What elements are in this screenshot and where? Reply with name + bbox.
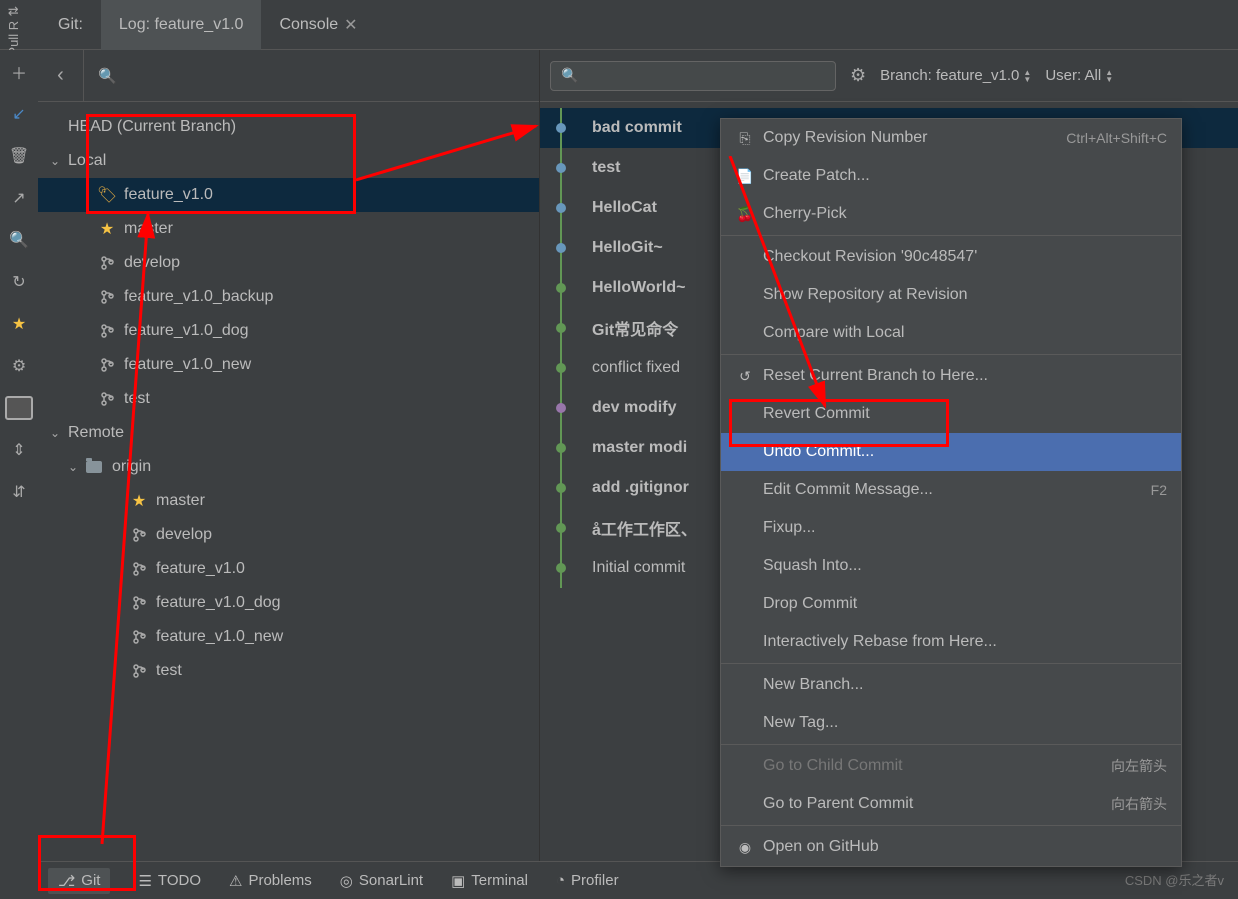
ctx-edit-message[interactable]: Edit Commit Message...F2 [721, 471, 1181, 509]
ctx-squash[interactable]: Squash Into... [721, 547, 1181, 585]
tree-local-feature_v1.0_dog[interactable]: feature_v1.0_dog [38, 314, 539, 348]
git-label: Git: [40, 0, 101, 50]
expand-icon[interactable]: ⇕ [7, 438, 31, 462]
ctx-copy-revision[interactable]: ⎘Copy Revision NumberCtrl+Alt+Shift+C [721, 119, 1181, 157]
bb-profiler[interactable]: ◔ Profiler [556, 872, 619, 889]
tree-local-feature_v1.0_backup[interactable]: feature_v1.0_backup [38, 280, 539, 314]
bb-sonarlint[interactable]: ◎ SonarLint [340, 872, 423, 890]
ctx-drop[interactable]: Drop Commit [721, 585, 1181, 623]
bb-terminal[interactable]: ▣ Terminal [451, 872, 528, 890]
cherry-icon: 🍒 [735, 206, 755, 223]
tree-head[interactable]: HEAD (Current Branch) [38, 110, 539, 144]
ctx-create-patch[interactable]: 📄Create Patch... [721, 157, 1181, 195]
ctx-revert[interactable]: Revert Commit [721, 395, 1181, 433]
push-icon[interactable]: ↗ [7, 186, 31, 210]
undo-icon: ↺ [735, 368, 755, 385]
ctx-checkout[interactable]: Checkout Revision '90c48547' [721, 238, 1181, 276]
ctx-show-repo[interactable]: Show Repository at Revision [721, 276, 1181, 314]
tree-local-develop[interactable]: develop [38, 246, 539, 280]
ctx-open-github[interactable]: ◉Open on GitHub [721, 828, 1181, 866]
star-icon[interactable]: ★ [7, 312, 31, 336]
collapse-icon[interactable]: ⇵ [7, 480, 31, 504]
ctx-parent-commit[interactable]: Go to Parent Commit向右箭头 [721, 785, 1181, 823]
gear-icon[interactable]: ⚙ [850, 65, 866, 86]
ctx-cherry-pick[interactable]: 🍒Cherry-Pick [721, 195, 1181, 233]
ctx-reset[interactable]: ↺Reset Current Branch to Here... [721, 357, 1181, 395]
tree-remote-develop[interactable]: develop [38, 518, 539, 552]
tab-console[interactable]: Console✕ [261, 0, 375, 50]
close-icon[interactable]: ✕ [344, 15, 357, 35]
tree-local-master[interactable]: ★master [38, 212, 539, 246]
search-icon[interactable]: 🔍 [7, 228, 31, 252]
ctx-rebase[interactable]: Interactively Rebase from Here... [721, 623, 1181, 661]
ctx-new-tag[interactable]: New Tag... [721, 704, 1181, 742]
tree-remote[interactable]: ⌄Remote [38, 416, 539, 450]
tree-local-test[interactable]: test [38, 382, 539, 416]
commit-search[interactable]: 🔍 [550, 61, 836, 91]
tree-origin[interactable]: ⌄origin [38, 450, 539, 484]
bb-problems[interactable]: ⚠ Problems [229, 872, 312, 890]
branch-search[interactable]: 🔍 [84, 50, 539, 102]
watermark: CSDN @乐之者v [1125, 870, 1224, 889]
settings-icon[interactable]: ⚙ [7, 354, 31, 378]
left-toolbar: ＋ ↙ 🗑 ↗ 🔍 ↻ ★ ⚙ ⇕ ⇵ [0, 50, 38, 899]
branches-panel: ‹ 🔍 HEAD (Current Branch)⌄Local🏷feature_… [38, 50, 540, 899]
tree-remote-master[interactable]: ★master [38, 484, 539, 518]
back-button[interactable]: ‹ [38, 50, 84, 102]
update-icon[interactable]: ↙ [7, 102, 31, 126]
ctx-new-branch[interactable]: New Branch... [721, 666, 1181, 704]
tree-local[interactable]: ⌄Local [38, 144, 539, 178]
tree-remote-feature_v1.0_new[interactable]: feature_v1.0_new [38, 620, 539, 654]
tree-remote-feature_v1.0_dog[interactable]: feature_v1.0_dog [38, 586, 539, 620]
delete-icon[interactable]: 🗑 [7, 144, 31, 168]
bb-git[interactable]: ⎇ Git [48, 868, 110, 894]
tab-log[interactable]: Log: feature_v1.0 [101, 0, 262, 50]
github-icon: ◉ [735, 839, 755, 856]
tree-remote-test[interactable]: test [38, 654, 539, 688]
presentation-icon[interactable] [5, 396, 33, 420]
context-menu: ⎘Copy Revision NumberCtrl+Alt+Shift+C 📄C… [720, 118, 1182, 867]
user-filter[interactable]: User: All▲▼ [1045, 67, 1113, 84]
branch-filter[interactable]: Branch: feature_v1.0▲▼ [880, 67, 1031, 84]
top-tabs: Git: Log: feature_v1.0 Console✕ [0, 0, 1238, 50]
tree-local-feature_v1.0_new[interactable]: feature_v1.0_new [38, 348, 539, 382]
patch-icon: 📄 [735, 168, 755, 185]
ctx-undo-commit[interactable]: Undo Commit... [721, 433, 1181, 471]
ctx-fixup[interactable]: Fixup... [721, 509, 1181, 547]
plus-icon[interactable]: ＋ [7, 60, 31, 84]
refresh-icon[interactable]: ↻ [7, 270, 31, 294]
bb-todo[interactable]: ☰ TODO [138, 872, 201, 890]
tree-local-feature_v1.0[interactable]: 🏷feature_v1.0 [38, 178, 539, 212]
tree-remote-feature_v1.0[interactable]: feature_v1.0 [38, 552, 539, 586]
copy-icon: ⎘ [735, 130, 755, 147]
ctx-child-commit: Go to Child Commit向左箭头 [721, 747, 1181, 785]
ctx-compare[interactable]: Compare with Local [721, 314, 1181, 352]
